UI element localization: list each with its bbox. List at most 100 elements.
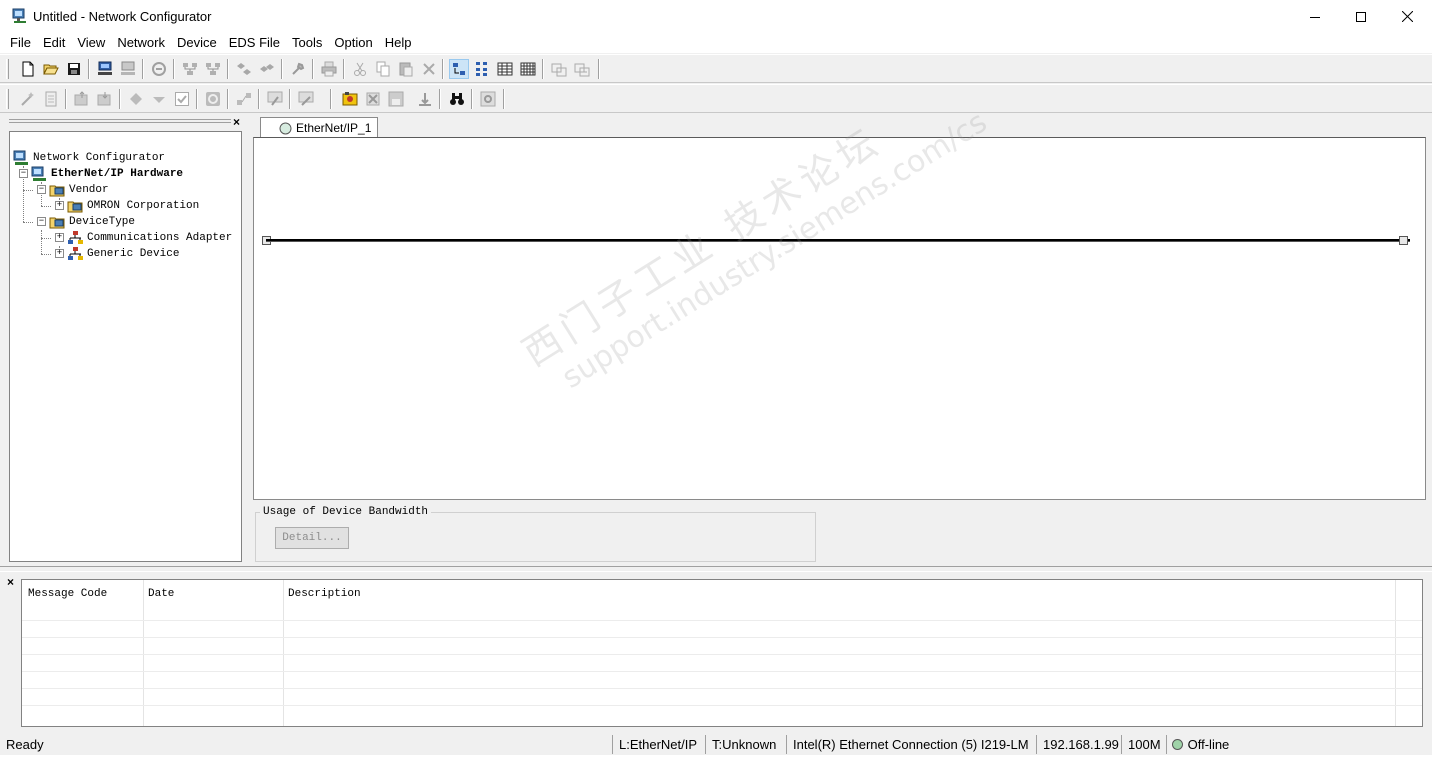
connect-button[interactable]	[95, 59, 115, 79]
paste-button[interactable]	[396, 59, 416, 79]
delete-x-icon	[423, 63, 435, 75]
hardware-tree: Network Configurator − EtherNet/IP Hardw…	[9, 131, 242, 562]
message-list[interactable]: Message Code Date Description	[21, 579, 1423, 727]
column-message-code[interactable]: Message Code	[28, 588, 107, 600]
menu-network[interactable]: Network	[111, 33, 171, 53]
tree-root[interactable]: Network Configurator	[13, 150, 165, 166]
eds-property-button[interactable]	[415, 89, 435, 109]
tree-item-devicetype[interactable]: DeviceType	[49, 214, 135, 230]
verify-button[interactable]	[257, 59, 277, 79]
find-button[interactable]	[447, 89, 467, 109]
monitor-device-button[interactable]	[234, 89, 254, 109]
upload-button[interactable]	[180, 59, 200, 79]
collapse-devicetype-toggle[interactable]: −	[37, 217, 46, 226]
download-button[interactable]	[203, 59, 223, 79]
network-canvas[interactable]	[253, 137, 1426, 500]
column-date[interactable]: Date	[148, 588, 174, 600]
new-file-button[interactable]	[18, 59, 38, 79]
print-button[interactable]	[319, 59, 339, 79]
install-eds-button[interactable]	[340, 89, 360, 109]
monitor-button[interactable]	[288, 59, 308, 79]
param-upload-icon	[74, 91, 88, 106]
panel-grip[interactable]	[9, 119, 231, 123]
detail-button[interactable]: Detail...	[275, 527, 349, 549]
column-description[interactable]: Description	[288, 588, 361, 600]
property-button[interactable]	[478, 89, 498, 109]
hardware-panel: × Network Configurator − EtherNet/IP Har…	[4, 115, 246, 564]
expand-comm-adapter-toggle[interactable]: +	[55, 233, 64, 242]
change-connect-button[interactable]	[149, 59, 169, 79]
message-panel-splitter[interactable]	[0, 566, 1432, 572]
tree-item-ethernet-ip-hardware[interactable]: EtherNet/IP Hardware	[31, 166, 183, 182]
minimize-button[interactable]	[1292, 0, 1338, 33]
table-row	[22, 705, 1422, 706]
delete-eds-icon	[366, 92, 380, 106]
message-panel-close-button[interactable]: ×	[7, 575, 14, 589]
tree-item-communications-adapter[interactable]: Communications Adapter	[67, 230, 232, 246]
menu-file[interactable]: File	[0, 33, 37, 53]
wand-icon	[21, 92, 34, 106]
tree-item-vendor[interactable]: Vendor	[49, 182, 109, 198]
network-line[interactable]	[266, 239, 1410, 242]
open-file-button[interactable]	[41, 59, 61, 79]
view-details-button[interactable]	[518, 59, 538, 79]
checkbox-icon	[175, 92, 189, 106]
upload-network-icon	[183, 63, 197, 75]
toolbar-grip[interactable]	[6, 59, 9, 79]
tree-item-omron-corporation[interactable]: OMRON Corporation	[67, 198, 199, 214]
menu-view[interactable]: View	[71, 33, 111, 53]
save-eds-button[interactable]	[386, 89, 406, 109]
copy-button[interactable]	[373, 59, 393, 79]
floppy-disk-icon	[68, 63, 80, 75]
eds-property-icon	[419, 93, 431, 106]
download-network-icon	[206, 63, 220, 75]
menu-option[interactable]: Option	[328, 33, 378, 53]
expand-generic-device-toggle[interactable]: +	[55, 249, 64, 258]
close-button[interactable]	[1384, 0, 1430, 33]
tree-item-generic-device[interactable]: Generic Device	[67, 246, 179, 262]
menu-eds-file[interactable]: EDS File	[223, 33, 286, 53]
expand-omron-toggle[interactable]: +	[55, 201, 64, 210]
collapse-vendor-toggle[interactable]: −	[37, 185, 46, 194]
check-button[interactable]	[172, 89, 192, 109]
menu-tools[interactable]: Tools	[286, 33, 328, 53]
disconnect-button[interactable]	[118, 59, 138, 79]
network-line-end-handle[interactable]	[1399, 236, 1408, 245]
param-upload-button[interactable]	[72, 89, 92, 109]
parameter-edit-button[interactable]	[41, 89, 61, 109]
delete-eds-button[interactable]	[363, 89, 383, 109]
menu-edit[interactable]: Edit	[37, 33, 71, 53]
cut-button[interactable]	[350, 59, 370, 79]
maximize-button[interactable]	[1338, 0, 1384, 33]
menu-device[interactable]: Device	[171, 33, 223, 53]
status-adapter: Intel(R) Ethernet Connection (5) I219-LM	[786, 735, 1035, 754]
device-reset-button[interactable]	[203, 89, 223, 109]
delete-button[interactable]	[419, 59, 439, 79]
parameter-wizard-button[interactable]	[18, 89, 38, 109]
add-device-button[interactable]	[549, 59, 569, 79]
view-list-button[interactable]	[495, 59, 515, 79]
compare-button[interactable]	[234, 59, 254, 79]
connection-button[interactable]	[265, 89, 285, 109]
view-small-icons-button[interactable]	[472, 59, 492, 79]
view-large-icons-button[interactable]	[449, 59, 469, 79]
menu-bar: File Edit View Network Device EDS File T…	[0, 33, 1432, 53]
remove-device-icon	[574, 63, 590, 77]
toolbar-grip[interactable]	[6, 89, 9, 109]
menu-help[interactable]: Help	[379, 33, 418, 53]
network-configurator-icon	[12, 8, 26, 23]
folder-icon	[49, 217, 65, 229]
collapse-hardware-toggle[interactable]: −	[19, 169, 28, 178]
param-verify-button[interactable]	[149, 89, 169, 109]
compare-icon	[237, 63, 251, 75]
remove-device-button[interactable]	[572, 59, 592, 79]
param-compare-button[interactable]	[126, 89, 146, 109]
tab-ethernet-ip-1[interactable]: EtherNet/IP_1	[260, 117, 378, 138]
hardware-icon	[31, 166, 46, 181]
connection-icon	[267, 91, 283, 106]
param-download-button[interactable]	[95, 89, 115, 109]
network-configurator-icon	[13, 150, 28, 165]
maintenance-button[interactable]	[296, 89, 316, 109]
hardware-panel-close-button[interactable]: ×	[233, 115, 240, 129]
save-button[interactable]	[64, 59, 84, 79]
